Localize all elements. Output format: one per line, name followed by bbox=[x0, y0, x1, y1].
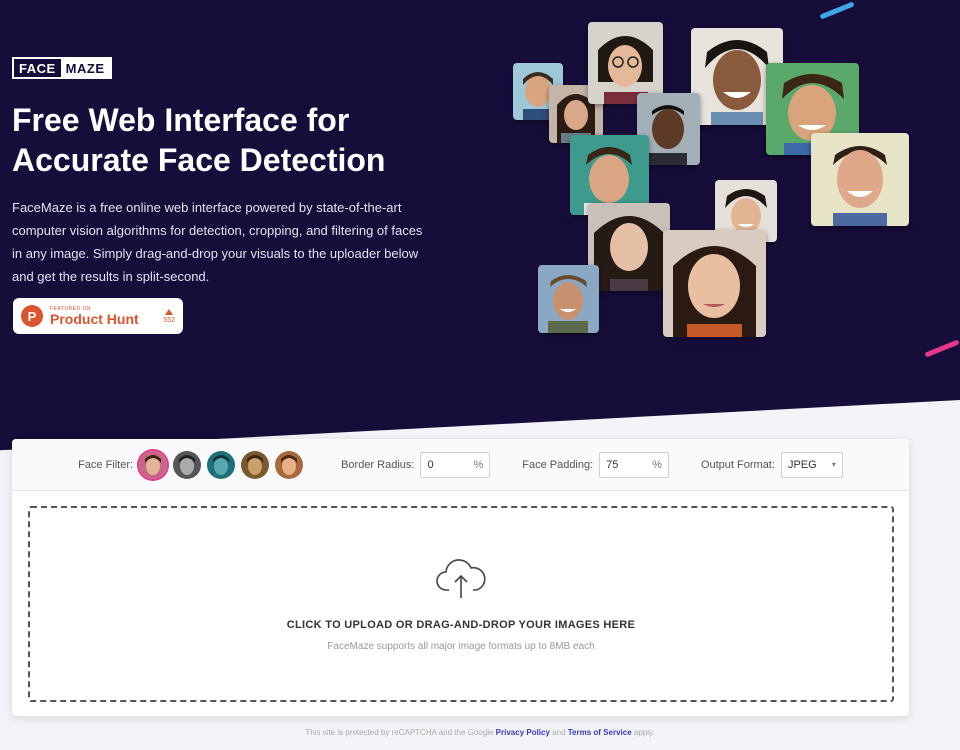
upload-title: CLICK TO UPLOAD OR DRAG-AND-DROP YOUR IM… bbox=[286, 619, 636, 631]
filter-option-warm[interactable] bbox=[275, 450, 304, 479]
logo-part-1: FACE bbox=[14, 59, 61, 77]
output-format-group: Output Format: JPEG ▾ bbox=[700, 451, 843, 478]
face-photo bbox=[663, 230, 766, 337]
filter-option-sepia[interactable] bbox=[241, 450, 270, 479]
recaptcha-notice: This site is protected by reCAPTCHA and … bbox=[0, 728, 960, 737]
uploader-card: Face Filter: Border Radius: 0 % Face Pad… bbox=[12, 439, 909, 716]
cloud-upload-icon bbox=[435, 556, 487, 605]
hero-description: FaceMaze is a free online web interface … bbox=[12, 200, 423, 284]
filter-option-grayscale[interactable] bbox=[173, 450, 202, 479]
face-padding-group: Face Padding: 75 % bbox=[522, 451, 669, 478]
face-padding-value: 75 bbox=[606, 458, 619, 471]
uploader-toolbar: Face Filter: Border Radius: 0 % Face Pad… bbox=[12, 439, 909, 491]
face-photo bbox=[538, 265, 599, 333]
product-hunt-vote-count: 552 bbox=[163, 316, 175, 324]
chevron-down-icon: ▾ bbox=[831, 460, 836, 469]
product-hunt-votes: 552 bbox=[163, 308, 175, 324]
face-padding-unit: % bbox=[652, 458, 662, 471]
border-radius-value: 0 bbox=[427, 458, 434, 471]
face-photo bbox=[811, 133, 909, 226]
output-format-select[interactable]: JPEG ▾ bbox=[780, 451, 843, 478]
privacy-policy-link[interactable]: Privacy Policy bbox=[496, 728, 550, 737]
upvote-arrow-icon bbox=[165, 308, 174, 315]
face-filter-group: Face Filter: bbox=[78, 450, 309, 479]
decorative-streak bbox=[819, 1, 855, 20]
hero-section: FACE MAZE Free Web Interface for Accurat… bbox=[0, 0, 960, 470]
output-format-value: JPEG bbox=[787, 458, 817, 471]
border-radius-label: Border Radius: bbox=[341, 458, 415, 471]
page-title: Free Web Interface for Accurate Face Det… bbox=[12, 102, 386, 178]
face-photo bbox=[588, 203, 670, 291]
upload-subtitle: FaceMaze supports all major image format… bbox=[327, 641, 595, 652]
filter-option-color[interactable] bbox=[139, 450, 168, 479]
border-radius-group: Border Radius: 0 % bbox=[341, 451, 491, 478]
product-hunt-badge[interactable]: P FEATURED ON Product Hunt 552 bbox=[13, 298, 183, 334]
face-photo bbox=[588, 22, 663, 104]
terms-of-service-link[interactable]: Terms of Service bbox=[568, 728, 632, 737]
filter-option-teal[interactable] bbox=[207, 450, 236, 479]
product-hunt-icon: P bbox=[21, 305, 43, 327]
recaptcha-apply: apply. bbox=[633, 728, 655, 737]
face-padding-input[interactable]: 75 % bbox=[599, 451, 669, 478]
recaptcha-text: This site is protected by reCAPTCHA and … bbox=[305, 728, 494, 737]
face-padding-label: Face Padding: bbox=[522, 458, 594, 471]
upload-dropzone[interactable]: CLICK TO UPLOAD OR DRAG-AND-DROP YOUR IM… bbox=[28, 506, 894, 702]
product-hunt-name: Product Hunt bbox=[50, 310, 139, 327]
decorative-streak bbox=[924, 339, 960, 358]
face-filter-label: Face Filter: bbox=[78, 458, 134, 471]
facemaze-logo[interactable]: FACE MAZE bbox=[12, 57, 112, 79]
output-format-label: Output Format: bbox=[700, 458, 775, 471]
recaptcha-and: and bbox=[552, 728, 566, 737]
border-radius-unit: % bbox=[473, 458, 484, 471]
border-radius-input[interactable]: 0 % bbox=[420, 451, 491, 478]
logo-part-2: MAZE bbox=[60, 59, 110, 77]
